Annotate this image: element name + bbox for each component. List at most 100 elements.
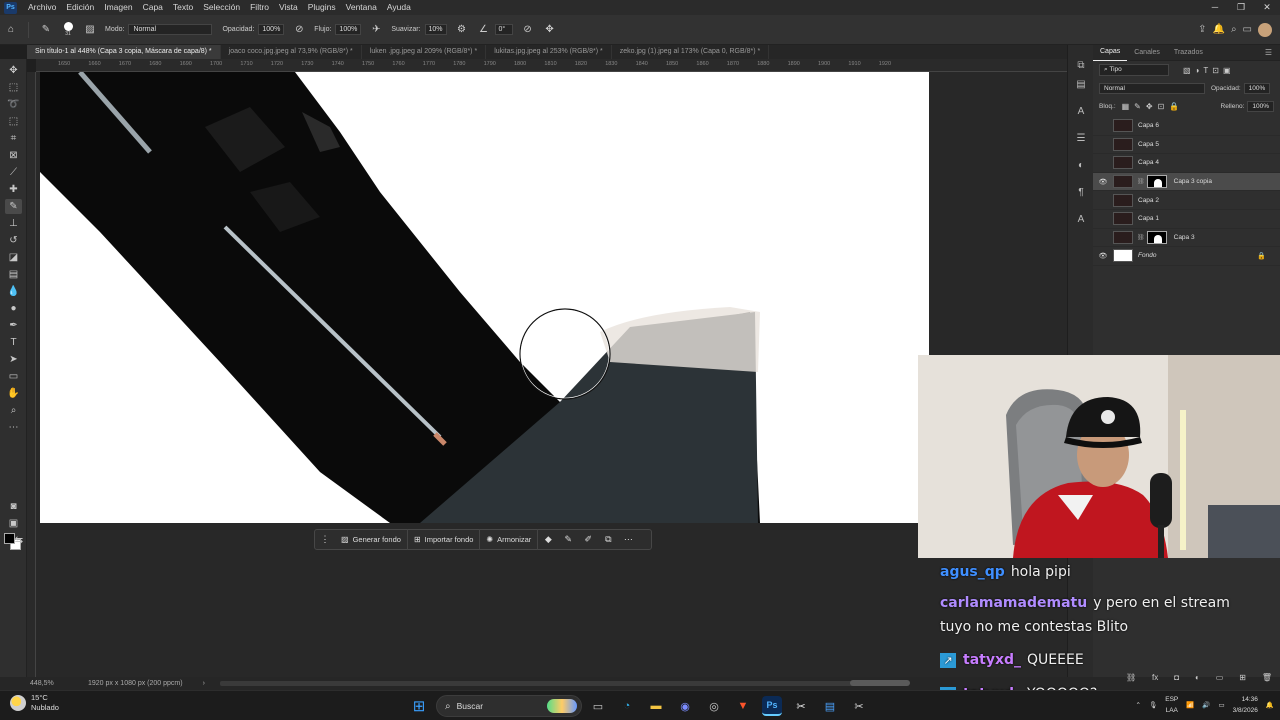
mask-link-icon[interactable]: ⛓ — [1137, 178, 1145, 185]
notification-bell-icon[interactable]: 🔔 — [1266, 701, 1274, 709]
weather-widget[interactable]: 15°C Nublado — [10, 693, 59, 713]
menu-vista[interactable]: Vista — [274, 0, 303, 15]
brave-icon[interactable]: ▼ — [733, 696, 753, 716]
layer-row[interactable]: Capa 1 — [1093, 210, 1280, 229]
adjustment-layer-icon[interactable]: ◐ — [1195, 673, 1200, 687]
mode-select[interactable]: Normal — [128, 24, 213, 35]
avatar[interactable] — [1258, 22, 1272, 37]
layer-row[interactable]: Capa 5 — [1093, 136, 1280, 155]
menu-ayuda[interactable]: Ayuda — [382, 0, 416, 15]
gear-icon[interactable]: ⚙ — [454, 22, 470, 38]
pen-tool-icon[interactable]: ✒ — [5, 318, 22, 333]
layer-mask-thumbnail[interactable] — [1146, 175, 1167, 189]
opacity-field[interactable]: 100% — [258, 24, 285, 35]
visibility-eye-icon[interactable]: 👁 — [1093, 252, 1113, 260]
snipping-tool-icon[interactable]: ✂ — [849, 696, 869, 716]
brush-preset-picker[interactable]: 31 — [60, 21, 76, 38]
share-icon[interactable]: ⇪ — [1198, 24, 1206, 35]
tab-canales[interactable]: Canales — [1127, 45, 1167, 61]
smoothing-field[interactable]: 10% — [424, 24, 447, 35]
path-select-icon[interactable]: ➤ — [5, 352, 22, 367]
layer-row[interactable]: ⛓ Capa 3 — [1093, 229, 1280, 248]
delete-layer-icon[interactable]: 🗑 — [1262, 673, 1272, 687]
notepad-icon[interactable]: ▤ — [820, 696, 840, 716]
more-tools-icon[interactable]: ⋯ — [5, 420, 22, 435]
import-background-button[interactable]: ⊞ Importar fondo — [408, 529, 481, 550]
menu-seleccion[interactable]: Selección — [198, 0, 245, 15]
notifications-icon[interactable]: 🔔 — [1212, 24, 1224, 35]
crop-tool-icon[interactable]: ⌗ — [5, 131, 22, 146]
pressure-opacity-icon[interactable]: ⊘ — [291, 22, 307, 38]
drag-handle-icon[interactable]: ⋮ — [315, 534, 335, 545]
menu-plugins[interactable]: Plugins — [303, 0, 341, 15]
healing-brush-icon[interactable]: ✚ — [5, 182, 22, 197]
minimize-icon[interactable]: ─ — [1202, 2, 1228, 13]
airbrush-icon[interactable]: ✈ — [368, 22, 384, 38]
lasso-tool-icon[interactable]: ➰ — [5, 97, 22, 112]
task-view-icon[interactable]: ▭ — [588, 696, 608, 716]
close-icon[interactable]: ✕ — [1254, 2, 1280, 13]
filter-icons[interactable]: ▧◑T⊡▣ — [1183, 66, 1235, 75]
add-mask-icon[interactable]: ◘ — [1174, 673, 1179, 687]
search-icon[interactable]: ⌕ — [1231, 24, 1237, 35]
language-indicator[interactable]: ESP LAA — [1165, 694, 1178, 716]
tray-chevron-icon[interactable]: ⌃ — [1136, 701, 1141, 709]
blur-tool-icon[interactable]: 💧 — [5, 284, 22, 299]
lock-icons[interactable]: ▦✎✥⊡🔒 — [1122, 102, 1185, 111]
battery-icon[interactable]: ▭ — [1218, 701, 1224, 709]
tab-sin-titulo[interactable]: Sin título-1 al 448% (Capa 3 copia, Másc… — [27, 45, 221, 59]
status-arrow-icon[interactable]: › — [203, 680, 205, 687]
fill-icon[interactable]: ◆ — [538, 534, 558, 545]
blend-mode-select[interactable]: Normal — [1099, 82, 1205, 94]
object-select-icon[interactable]: ⬚ — [5, 114, 22, 129]
adjustments-icon[interactable]: ☰ — [1073, 130, 1089, 146]
document-canvas[interactable] — [40, 72, 929, 523]
menu-ventana[interactable]: Ventana — [341, 0, 382, 15]
menu-edicion[interactable]: Edición — [61, 0, 99, 15]
marquee-tool-icon[interactable]: ⬚ — [5, 80, 22, 95]
layer-row[interactable]: Capa 2 — [1093, 191, 1280, 210]
character-icon[interactable]: A — [1073, 103, 1089, 119]
group-icon[interactable]: ▭ — [1216, 673, 1224, 687]
link-layers-icon[interactable]: ⛓ — [1126, 673, 1136, 687]
glyphs-icon[interactable]: A — [1073, 211, 1089, 227]
symmetry-icon[interactable]: ✥ — [542, 22, 558, 38]
layer-row[interactable]: 👁 Fondo 🔒 — [1093, 247, 1280, 266]
windows-start-icon[interactable]: ⊞ — [409, 696, 429, 716]
home-icon[interactable]: ⌂ — [3, 22, 19, 38]
menu-filtro[interactable]: Filtro — [245, 0, 274, 15]
obs-icon[interactable]: ◎ — [704, 696, 724, 716]
file-explorer-icon[interactable]: ▬ — [646, 696, 666, 716]
layer-row[interactable]: Capa 4 — [1093, 154, 1280, 173]
type-tool-icon[interactable]: T — [5, 335, 22, 350]
dodge-tool-icon[interactable]: ● — [5, 301, 22, 316]
clock[interactable]: 14:36 3/8/2026 — [1233, 694, 1258, 716]
screen-mode-icon[interactable]: ▣ — [5, 516, 22, 531]
comments-icon[interactable]: ▤ — [1073, 76, 1089, 92]
frame-tool-icon[interactable]: ⊠ — [5, 148, 22, 163]
taskbar-search[interactable]: ⌕ Buscar — [436, 695, 582, 717]
foreground-color-swatch[interactable] — [4, 533, 15, 544]
properties-icon[interactable]: ◐ — [1073, 157, 1089, 173]
fill-field[interactable]: 100% — [1247, 100, 1274, 112]
scrollbar-thumb[interactable] — [850, 680, 910, 686]
layer-filter-select[interactable]: ⌕ Tipo — [1099, 64, 1169, 76]
tab-trazados[interactable]: Trazados — [1167, 45, 1210, 61]
transform-icon[interactable]: ⧉ — [598, 534, 618, 545]
history-brush-icon[interactable]: ↺ — [5, 233, 22, 248]
zoom-tool-icon[interactable]: ⌕ — [5, 403, 22, 418]
rectangle-tool-icon[interactable]: ▭ — [5, 369, 22, 384]
zoom-level[interactable]: 448,5% — [30, 680, 80, 687]
brush-settings-icon[interactable]: ▨ — [82, 22, 98, 38]
visibility-eye-icon[interactable]: 👁 — [1093, 178, 1113, 186]
tab-capas[interactable]: Capas — [1093, 44, 1128, 61]
harmonize-button[interactable]: ✺ Armonizar — [480, 529, 539, 550]
more-options-icon[interactable]: ⋯ — [618, 534, 638, 545]
menu-texto[interactable]: Texto — [168, 0, 198, 15]
horizontal-scrollbar[interactable] — [220, 681, 880, 686]
brush-tool-icon[interactable]: ✎ — [38, 22, 54, 38]
eraser-tool-icon[interactable]: ◪ — [5, 250, 22, 265]
brush-icon[interactable]: ✎ — [558, 534, 578, 545]
maximize-icon[interactable]: ❐ — [1228, 2, 1254, 13]
paint-icon[interactable]: ✐ — [578, 534, 598, 545]
